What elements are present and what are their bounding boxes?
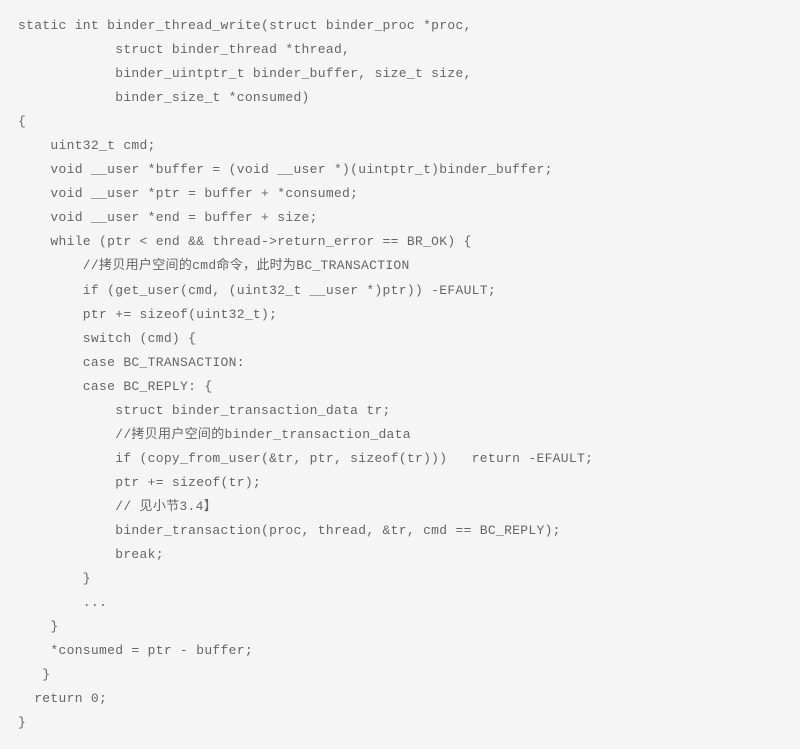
- code-line: binder_size_t *consumed): [18, 86, 782, 110]
- code-line: struct binder_transaction_data tr;: [18, 399, 782, 423]
- code-block: static int binder_thread_write(struct bi…: [18, 14, 782, 735]
- code-line: switch (cmd) {: [18, 327, 782, 351]
- code-line: uint32_t cmd;: [18, 134, 782, 158]
- code-line: binder_uintptr_t binder_buffer, size_t s…: [18, 62, 782, 86]
- code-line: ptr += sizeof(tr);: [18, 471, 782, 495]
- code-line: ptr += sizeof(uint32_t);: [18, 303, 782, 327]
- code-line: }: [18, 567, 782, 591]
- code-line: struct binder_thread *thread,: [18, 38, 782, 62]
- code-line: case BC_REPLY: {: [18, 375, 782, 399]
- code-line: while (ptr < end && thread->return_error…: [18, 230, 782, 254]
- code-line: ...: [18, 591, 782, 615]
- code-line: void __user *buffer = (void __user *)(ui…: [18, 158, 782, 182]
- code-line: binder_transaction(proc, thread, &tr, cm…: [18, 519, 782, 543]
- code-line: }: [18, 615, 782, 639]
- code-line: case BC_TRANSACTION:: [18, 351, 782, 375]
- code-line: if (copy_from_user(&tr, ptr, sizeof(tr))…: [18, 447, 782, 471]
- code-line: void __user *end = buffer + size;: [18, 206, 782, 230]
- code-line: }: [18, 711, 782, 735]
- code-line: *consumed = ptr - buffer;: [18, 639, 782, 663]
- code-line: }: [18, 663, 782, 687]
- code-line: {: [18, 110, 782, 134]
- code-line: if (get_user(cmd, (uint32_t __user *)ptr…: [18, 279, 782, 303]
- code-line: static int binder_thread_write(struct bi…: [18, 14, 782, 38]
- code-line: //拷贝用户空间的binder_transaction_data: [18, 423, 782, 447]
- code-line: void __user *ptr = buffer + *consumed;: [18, 182, 782, 206]
- code-line: // 见小节3.4】: [18, 495, 782, 519]
- code-line: break;: [18, 543, 782, 567]
- code-line: //拷贝用户空间的cmd命令，此时为BC_TRANSACTION: [18, 254, 782, 278]
- code-line: return 0;: [18, 687, 782, 711]
